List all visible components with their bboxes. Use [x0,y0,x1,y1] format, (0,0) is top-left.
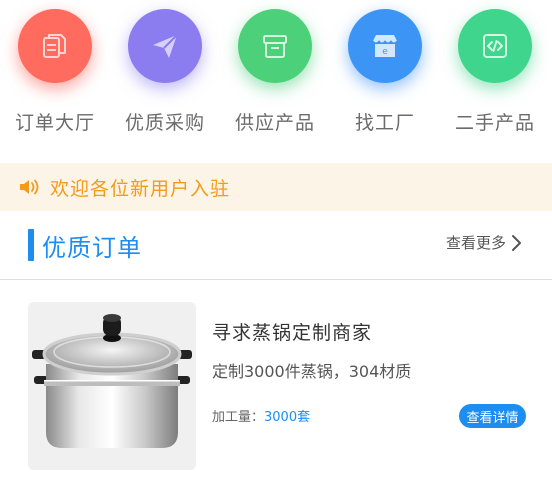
nav-label: 供应产品 [234,112,315,134]
nav-item-quality-purchase[interactable]: 优质采购 [110,0,220,160]
document-icon [43,34,66,58]
nav-circle-supply-products [238,9,312,83]
nav-label: 找工厂 [354,112,415,134]
storefront-icon: e [372,35,398,57]
chevron-right-icon [512,234,521,251]
section-header: 优质订单 查看更多 [0,212,552,280]
nav-item-find-factory[interactable]: e 找工厂 [330,0,440,160]
nav-circle-order-hall [18,9,92,83]
order-card[interactable]: 寻求蒸锅定制商家 定制3000件蒸锅，304材质 加工量：3000套 查看详情 [0,300,552,480]
category-nav: 订单大厅 优质采购 供应产品 e 找工厂 二手产品 [0,0,552,160]
nav-item-order-hall[interactable]: 订单大厅 [0,0,110,160]
view-details-button[interactable]: 查看详情 [459,404,526,428]
order-quantity: 加工量：3000套 [212,406,310,425]
section-accent-bar [28,229,34,261]
nav-circle-second-hand [458,9,532,83]
notice-text: 欢迎各位新用户入驻 [50,177,231,200]
order-title[interactable]: 寻求蒸锅定制商家 [212,318,372,345]
nav-item-second-hand[interactable]: 二手产品 [440,0,550,160]
nav-label: 二手产品 [454,112,535,134]
svg-text:e: e [382,47,388,57]
nav-circle-quality-purchase [128,9,202,83]
view-more-link[interactable]: 查看更多 [446,232,522,253]
code-icon [483,34,507,58]
nav-label: 订单大厅 [14,112,95,134]
quantity-label: 加工量： [212,410,265,425]
paper-plane-icon [153,34,178,58]
order-description: 定制3000件蒸锅，304材质 [212,362,412,381]
box-icon [263,35,287,58]
notice-bar[interactable]: 欢迎各位新用户入驻 [0,163,552,211]
steamer-pot-image [28,302,196,470]
speaker-icon [20,179,39,195]
nav-circle-find-factory: e [348,9,422,83]
product-image[interactable] [28,302,196,470]
view-more-label: 查看更多 [445,234,506,252]
nav-label: 优质采购 [124,112,205,134]
nav-item-supply-products[interactable]: 供应产品 [220,0,330,160]
section-title: 优质订单 [42,234,142,262]
quantity-value: 3000套 [264,410,311,425]
